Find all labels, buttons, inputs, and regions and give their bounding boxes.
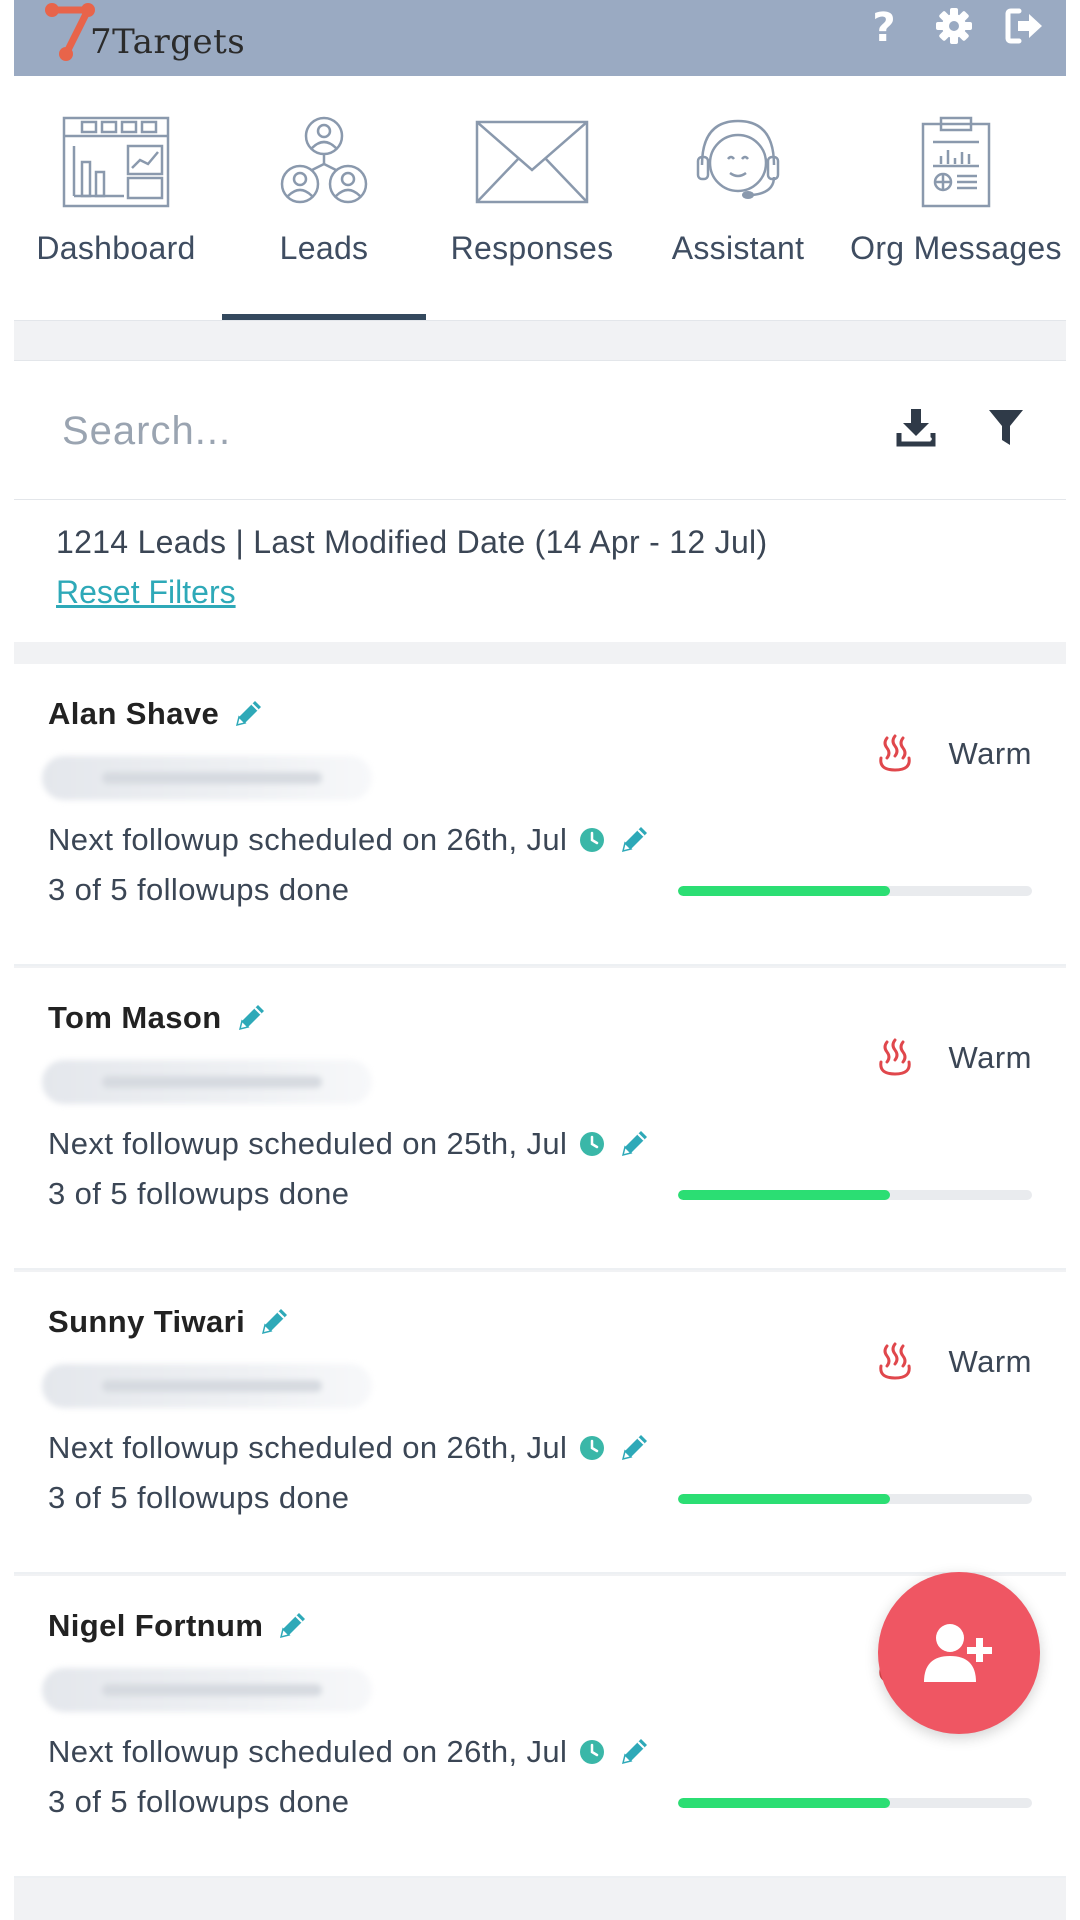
nav-item-assistant[interactable]: Assistant: [636, 76, 840, 320]
edit-name-icon[interactable]: [234, 1001, 268, 1035]
nav-label-org-messages: Org Messages: [850, 230, 1062, 266]
phone-number-blurred: [42, 1060, 372, 1104]
followup-progress-bar: [678, 1190, 1032, 1200]
lead-card[interactable]: Alan Shave Warm Next followup scheduled …: [14, 664, 1066, 966]
next-followup-text: Next followup scheduled on 26th, Jul: [48, 822, 568, 857]
lead-name-row: Sunny Tiwari: [48, 1304, 291, 1340]
followups-done-text: 3 of 5 followups done: [48, 1784, 350, 1819]
leads-summary-text: 1214 Leads | Last Modified Date (14 Apr …: [56, 524, 768, 560]
edit-followup-icon[interactable]: [617, 1431, 651, 1465]
add-lead-button[interactable]: [878, 1572, 1040, 1734]
lead-status: Warm: [948, 736, 1032, 771]
followup-progress-fill: [678, 1798, 891, 1808]
nav-item-dashboard[interactable]: Dashboard: [14, 76, 218, 320]
nav-label-dashboard: Dashboard: [36, 230, 196, 266]
leads-icon: [280, 116, 368, 204]
lead-name[interactable]: Sunny Tiwari: [48, 1304, 245, 1340]
followups-done-text: 3 of 5 followups done: [48, 1480, 350, 1515]
nav-item-org-messages[interactable]: Org Messages: [850, 76, 1062, 320]
lead-temperature: Warm: [877, 1038, 1033, 1078]
followup-row: Next followup scheduled on 26th, Jul: [48, 1430, 651, 1466]
lead-name-row: Tom Mason: [48, 1000, 268, 1036]
top-bar: 7Targets ?: [14, 0, 1066, 76]
warm-icon: [878, 734, 911, 772]
lead-temperature: Warm: [877, 734, 1033, 774]
followup-progress-bar: [678, 1494, 1032, 1504]
settings-icon[interactable]: [932, 4, 976, 48]
main-nav: Dashboard Leads Responses Assistant Org …: [14, 76, 1066, 321]
lead-name-row: Alan Shave: [48, 696, 265, 732]
nav-item-leads[interactable]: Leads: [222, 76, 426, 320]
app-frame: 7Targets ? Dashboard Leads Responses Ass…: [14, 0, 1066, 1920]
edit-followup-icon[interactable]: [617, 1735, 651, 1769]
nav-label-responses: Responses: [450, 230, 614, 266]
nav-label-leads: Leads: [279, 230, 369, 266]
search-tools: [894, 405, 1028, 449]
lead-name[interactable]: Alan Shave: [48, 696, 219, 732]
dashboard-icon: [62, 116, 170, 208]
followup-row: Next followup scheduled on 26th, Jul: [48, 1734, 651, 1770]
followup-row: Next followup scheduled on 25th, Jul: [48, 1126, 651, 1162]
reset-filters-link[interactable]: Reset Filters: [56, 574, 236, 611]
edit-name-icon[interactable]: [257, 1305, 291, 1339]
top-actions: ?: [862, 4, 1046, 48]
next-followup-text: Next followup scheduled on 25th, Jul: [48, 1126, 568, 1161]
search-bar: [14, 360, 1066, 500]
brand-name: 7Targets: [90, 22, 246, 62]
mail-icon: [475, 120, 589, 204]
download-icon[interactable]: [894, 405, 938, 449]
nav-label-assistant: Assistant: [671, 230, 805, 266]
followup-progress-bar: [678, 886, 1032, 896]
help-icon[interactable]: ?: [862, 4, 906, 48]
clock-icon: [580, 1132, 605, 1156]
followups-done-text: 3 of 5 followups done: [48, 1176, 350, 1211]
followup-row: Next followup scheduled on 26th, Jul: [48, 822, 651, 858]
lead-name-row: Nigel Fortnum: [48, 1608, 309, 1644]
next-followup-text: Next followup scheduled on 26th, Jul: [48, 1430, 568, 1465]
search-input[interactable]: [60, 395, 844, 467]
lead-card[interactable]: Tom Mason Warm Next followup scheduled o…: [14, 968, 1066, 1270]
warm-icon: [878, 1342, 911, 1380]
edit-followup-icon[interactable]: [617, 1127, 651, 1161]
lead-name[interactable]: Tom Mason: [48, 1000, 222, 1036]
clock-icon: [580, 1436, 605, 1460]
followup-progress-fill: [678, 886, 891, 896]
lead-temperature: Warm: [877, 1342, 1033, 1382]
add-user-icon: [924, 1624, 992, 1682]
followups-done-text: 3 of 5 followups done: [48, 872, 350, 907]
svg-text:?: ?: [872, 5, 895, 47]
clock-icon: [580, 1740, 605, 1764]
lead-status: Warm: [948, 1344, 1032, 1379]
followup-progress-bar: [678, 1798, 1032, 1808]
lead-status: Warm: [948, 1040, 1032, 1075]
edit-name-icon[interactable]: [231, 697, 265, 731]
leads-summary: 1214 Leads | Last Modified Date (14 Apr …: [14, 500, 1066, 642]
followup-progress-fill: [678, 1190, 891, 1200]
edit-name-icon[interactable]: [275, 1609, 309, 1643]
next-followup-text: Next followup scheduled on 26th, Jul: [48, 1734, 568, 1769]
headset-icon: [696, 119, 780, 199]
lead-name[interactable]: Nigel Fortnum: [48, 1608, 263, 1644]
active-tab-indicator: [222, 314, 426, 320]
phone-number-blurred: [42, 1668, 372, 1712]
filter-icon[interactable]: [984, 405, 1028, 449]
nav-item-responses[interactable]: Responses: [430, 76, 634, 320]
warm-icon: [878, 1038, 911, 1076]
phone-number-blurred: [42, 756, 372, 800]
clipboard-icon: [921, 116, 991, 208]
brand-logo[interactable]: 7Targets: [38, 0, 245, 70]
lead-card[interactable]: Sunny Tiwari Warm Next followup schedule…: [14, 1272, 1066, 1574]
followup-progress-fill: [678, 1494, 891, 1504]
logout-icon[interactable]: [1002, 4, 1046, 48]
clock-icon: [580, 828, 605, 852]
phone-number-blurred: [42, 1364, 372, 1408]
edit-followup-icon[interactable]: [617, 823, 651, 857]
